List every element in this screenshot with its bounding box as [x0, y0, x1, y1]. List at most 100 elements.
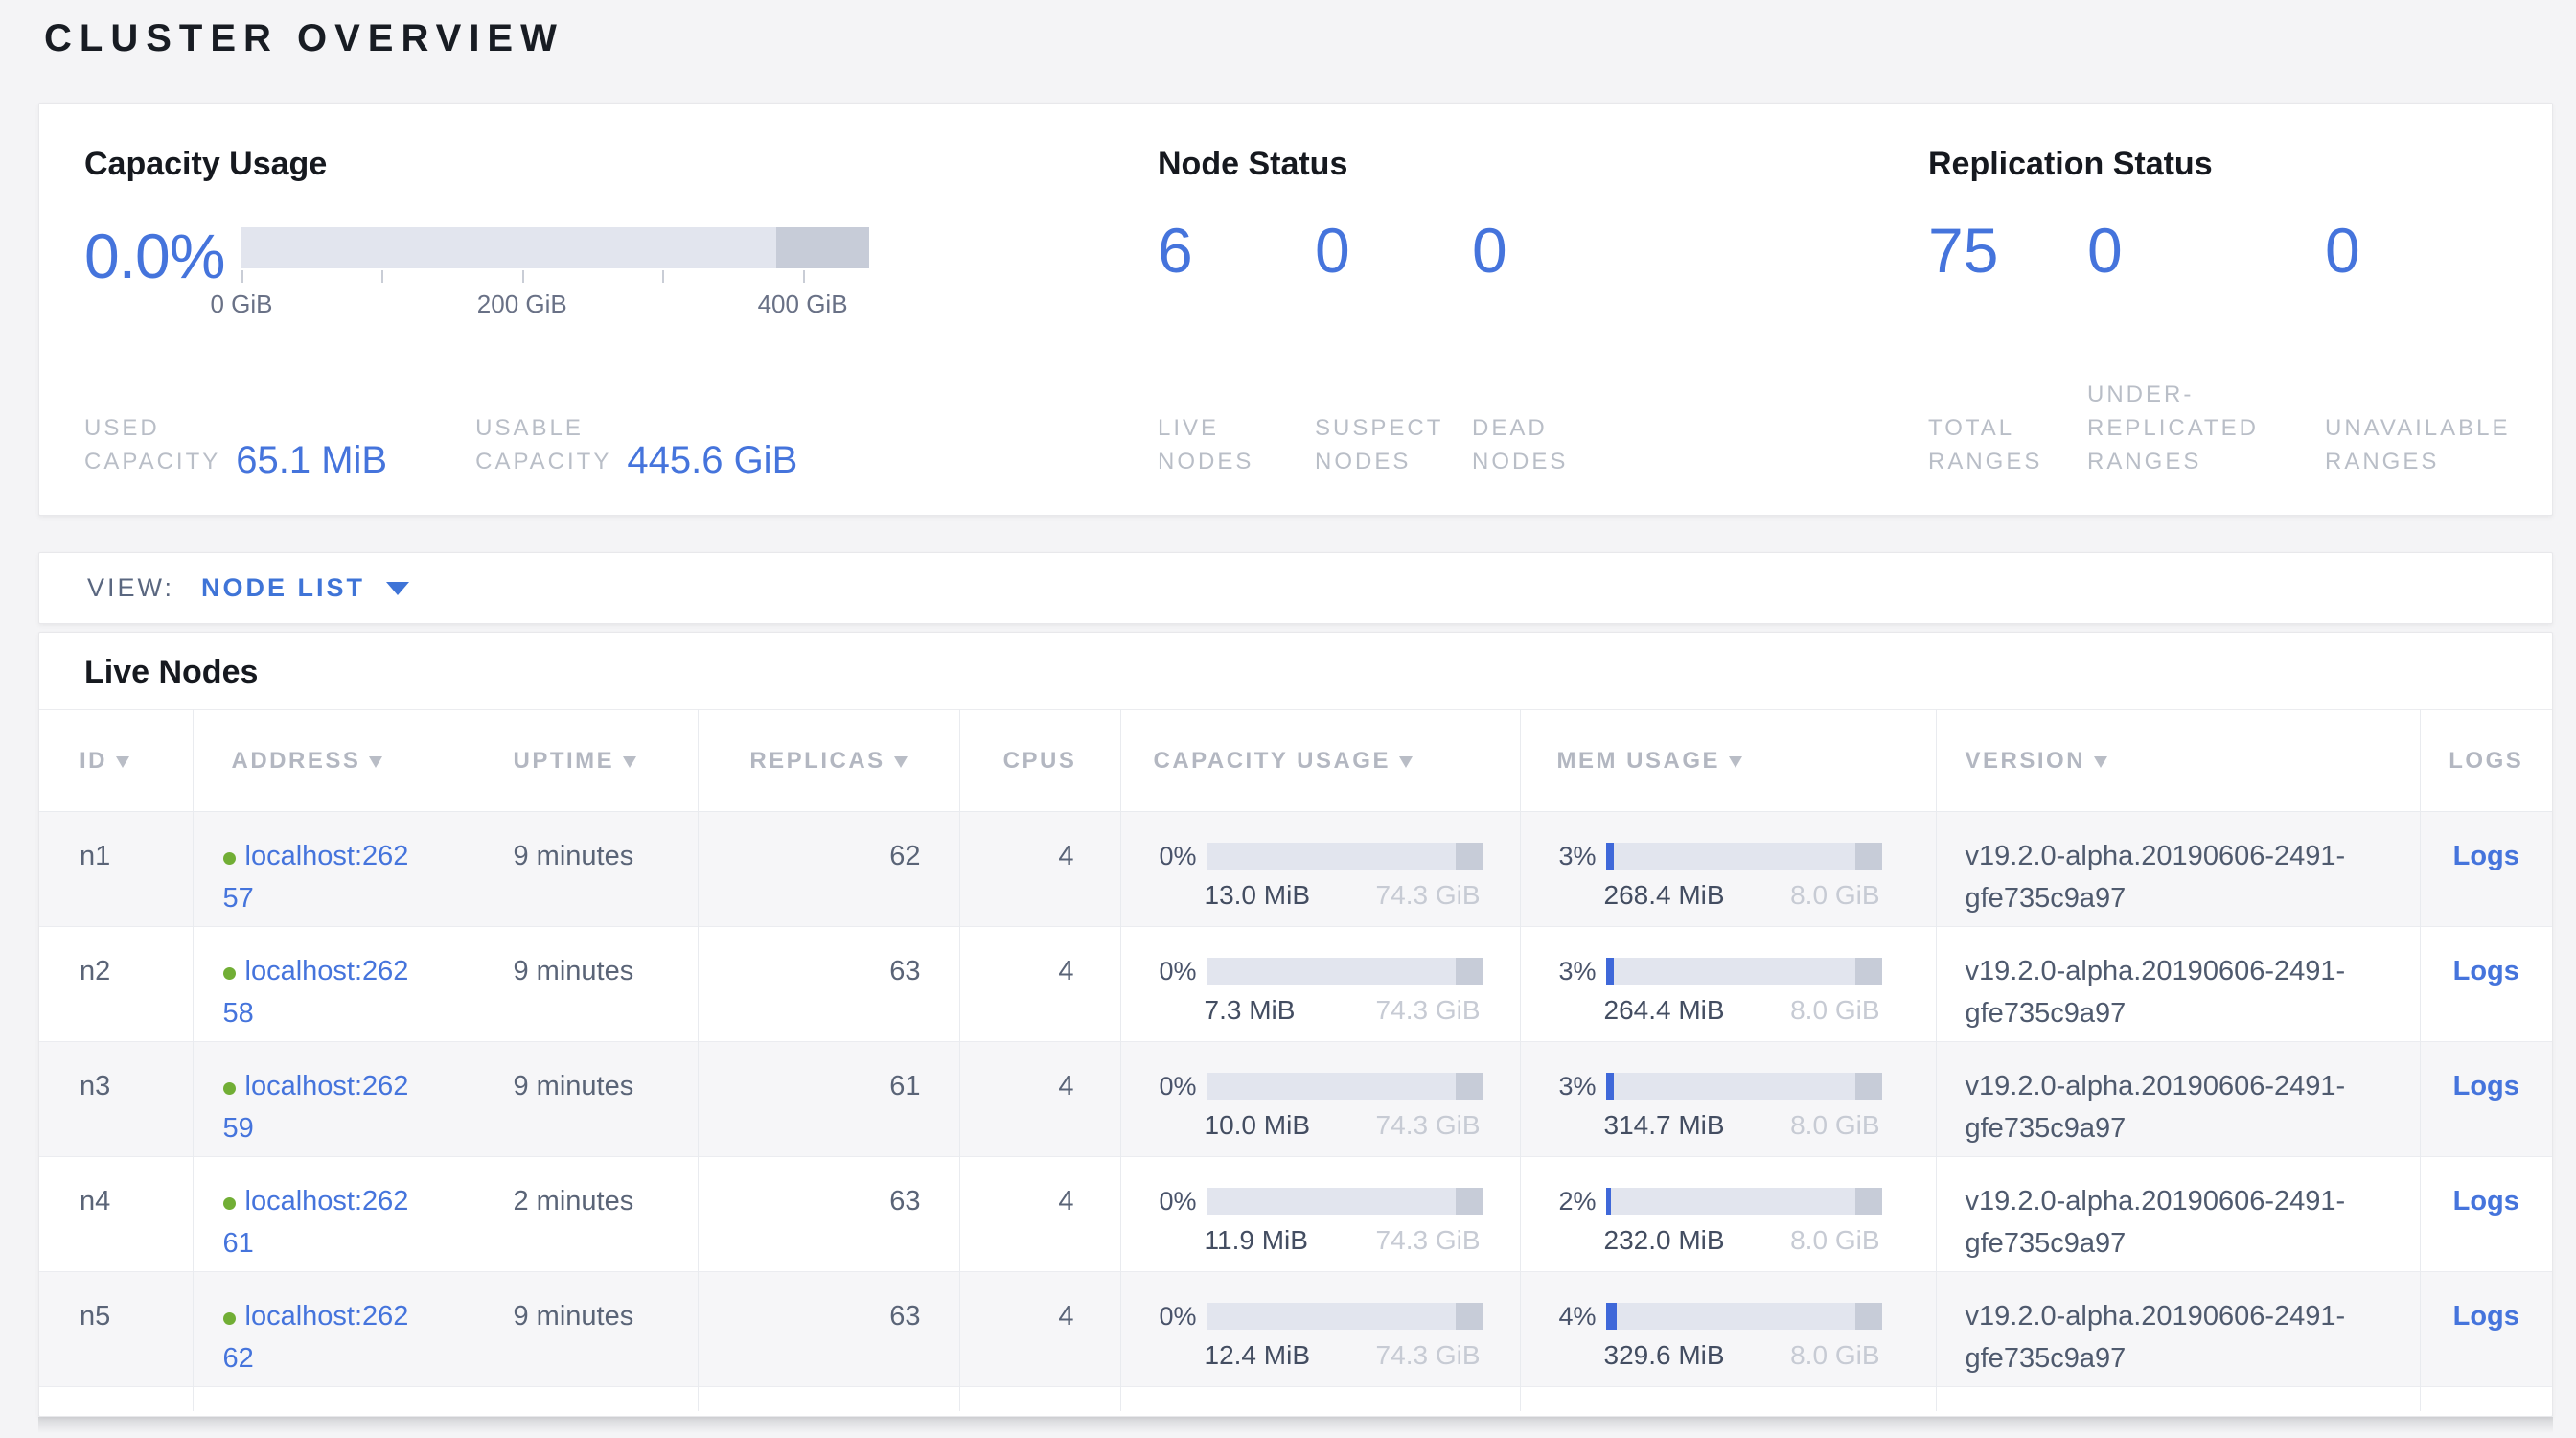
capacity-total-value: 74.3 GiB: [1376, 879, 1481, 912]
node-live-icon: [223, 1312, 236, 1325]
column-header-capacity-usage[interactable]: CAPACITY USAGE: [1120, 710, 1520, 812]
column-header-replicas[interactable]: REPLICAS: [698, 710, 959, 812]
capacity-used-value: 13.0 MiB: [1205, 879, 1311, 912]
node-live-icon: [223, 852, 236, 865]
node-replicas-cell: 63: [698, 1272, 959, 1387]
logs-link[interactable]: Logs: [2453, 1186, 2519, 1217]
capacity-usage-chart: 0.0% 0 GiB 200 GiB 400 GiB: [84, 227, 1158, 320]
mem-total-value: 8.0 GiB: [1790, 1339, 1879, 1372]
axis-label: 200 GiB: [477, 290, 567, 319]
capacity-usage-bar: [1207, 1303, 1483, 1330]
column-header-address[interactable]: ADDRESS: [193, 710, 471, 812]
dead-nodes-stat: 0 DEAD NODES: [1472, 221, 1629, 478]
node-replicas-cell: [698, 1387, 959, 1411]
capacity-percent-label: 0%: [1160, 1065, 1197, 1107]
node-logs-cell: Logs: [2420, 1272, 2552, 1387]
capacity-axis-labels: 0 GiB 200 GiB 400 GiB: [242, 290, 869, 320]
view-label: VIEW:: [87, 573, 174, 603]
mem-used-fill: [1606, 958, 1615, 985]
node-address-link[interactable]: localhost:262 62: [223, 1301, 409, 1374]
usable-capacity-stat: USABLE CAPACITY 445.6 GiB: [475, 411, 797, 478]
node-cpus-cell: 4: [959, 927, 1120, 1042]
node-cpus-cell: 4: [959, 812, 1120, 927]
capacity-reserved-segment: [1456, 843, 1482, 870]
view-dropdown-value: NODE LIST: [201, 573, 365, 603]
table-row: n1 localhost:262 57 9 minutes 62 4 0% 13…: [39, 812, 2552, 927]
node-uptime-cell: 9 minutes: [471, 927, 698, 1042]
logs-link[interactable]: Logs: [2453, 841, 2519, 871]
capacity-total-value: 74.3 GiB: [1376, 994, 1481, 1027]
mem-used-value: 268.4 MiB: [1604, 879, 1725, 912]
node-live-icon: [223, 1082, 236, 1095]
mem-used-fill: [1606, 1303, 1618, 1330]
node-version-cell: v19.2.0-alpha.20190606-2491- gfe735c9a97: [1936, 927, 2420, 1042]
node-cpus-cell: 4: [959, 1157, 1120, 1272]
node-mem-usage-cell: 2% 232.0 MiB 8.0 GiB: [1520, 1157, 1936, 1272]
mem-total-value: 8.0 GiB: [1790, 1224, 1879, 1257]
capacity-used-value: 12.4 MiB: [1205, 1339, 1311, 1372]
node-address-cell: localhost:262 62: [193, 1272, 471, 1387]
mem-total-value: 8.0 GiB: [1790, 879, 1879, 912]
node-address-link[interactable]: localhost:262 59: [223, 1071, 409, 1144]
capacity-reserved-segment: [776, 227, 869, 268]
sort-caret-icon: [623, 756, 636, 768]
capacity-usage-bar: [1207, 958, 1483, 985]
node-address-link[interactable]: localhost:262 58: [223, 956, 409, 1029]
mem-reserved-segment: [1855, 1303, 1881, 1330]
column-header-logs: LOGS: [2420, 710, 2552, 812]
node-id-cell: n3: [39, 1042, 193, 1157]
sort-caret-icon: [894, 756, 908, 768]
capacity-percent-label: 0%: [1160, 950, 1197, 992]
chevron-down-icon: [386, 582, 409, 595]
node-version-cell: v19.2.0-alpha.20190606-2491- gfe735c9a97: [1936, 812, 2420, 927]
scroll-shadow: [38, 1417, 2553, 1438]
node-address-link[interactable]: localhost:262 61: [223, 1186, 409, 1259]
logs-link[interactable]: Logs: [2453, 1071, 2519, 1102]
table-row: n2 localhost:262 58 9 minutes 63 4 0% 7.…: [39, 927, 2552, 1042]
node-id-cell: n4: [39, 1157, 193, 1272]
mem-usage-bar: [1606, 1188, 1882, 1215]
capacity-percent-label: 0%: [1160, 835, 1197, 877]
live-nodes-table: ID ADDRESS UPTIME REPLICAS CPUS CAPACITY…: [39, 709, 2552, 1411]
replication-status-section: Replication Status 75 TOTAL RANGES 0 UND…: [1928, 146, 2514, 478]
node-replicas-cell: 62: [698, 812, 959, 927]
axis-label: 0 GiB: [210, 290, 272, 319]
node-live-icon: [223, 967, 236, 980]
cluster-summary-card: Capacity Usage 0.0% 0 GiB 200 GiB 400 Gi…: [38, 103, 2553, 516]
node-address-cell: localhost:262 59: [193, 1042, 471, 1157]
sort-caret-icon: [2094, 756, 2107, 768]
node-replicas-cell: 63: [698, 1157, 959, 1272]
sort-caret-icon: [116, 756, 129, 768]
node-uptime-cell: 9 minutes: [471, 812, 698, 927]
mem-usage-bar: [1606, 958, 1882, 985]
node-mem-usage-cell: 3% 268.4 MiB 8.0 GiB: [1520, 812, 1936, 927]
node-replicas-cell: 63: [698, 927, 959, 1042]
mem-reserved-segment: [1855, 1073, 1881, 1100]
table-row: n5 localhost:262 62 9 minutes 63 4 0% 12…: [39, 1272, 2552, 1387]
node-uptime-cell: 2 minutes: [471, 1157, 698, 1272]
capacity-used-value: 10.0 MiB: [1205, 1109, 1311, 1142]
capacity-reserved-segment: [1456, 1303, 1482, 1330]
mem-used-value: 232.0 MiB: [1604, 1224, 1725, 1257]
logs-link[interactable]: Logs: [2453, 1301, 2519, 1332]
node-address-link[interactable]: localhost:262 57: [223, 841, 409, 914]
used-capacity-stat: USED CAPACITY 65.1 MiB: [84, 411, 387, 478]
logs-link[interactable]: Logs: [2453, 956, 2519, 986]
capacity-percent-label: 0%: [1160, 1180, 1197, 1222]
capacity-axis-ticks: [242, 270, 869, 286]
mem-used-value: 264.4 MiB: [1604, 994, 1725, 1027]
node-capacity-usage-cell: 0% 13.0 MiB 74.3 GiB: [1120, 812, 1520, 927]
view-dropdown[interactable]: NODE LIST: [201, 573, 409, 603]
column-header-id[interactable]: ID: [39, 710, 193, 812]
column-header-version[interactable]: VERSION: [1936, 710, 2420, 812]
node-uptime-cell: 9 minutes: [471, 1042, 698, 1157]
view-selector-bar: VIEW: NODE LIST: [38, 552, 2553, 624]
table-row: [39, 1387, 2552, 1411]
mem-total-value: 8.0 GiB: [1790, 1109, 1879, 1142]
node-capacity-usage-cell: [1120, 1387, 1520, 1411]
node-version-cell: v19.2.0-alpha.20190606-2491- gfe735c9a97: [1936, 1157, 2420, 1272]
column-header-mem-usage[interactable]: MEM USAGE: [1520, 710, 1936, 812]
mem-percent-label: 4%: [1559, 1295, 1597, 1337]
column-header-uptime[interactable]: UPTIME: [471, 710, 698, 812]
node-address-cell: localhost:262 61: [193, 1157, 471, 1272]
